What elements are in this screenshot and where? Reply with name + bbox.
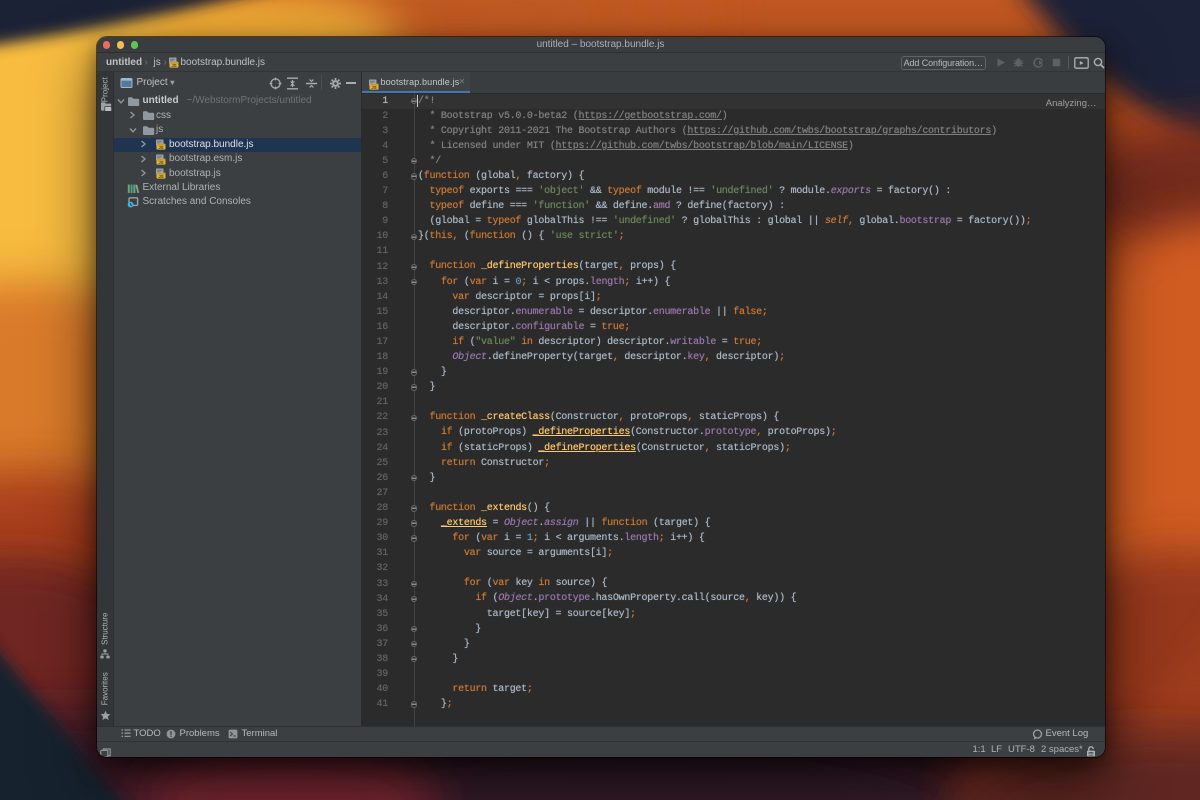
svg-text:JS: JS (158, 160, 163, 165)
svg-text:JS: JS (158, 174, 163, 179)
svg-text:JS: JS (158, 145, 163, 150)
svg-text:JS: JS (371, 85, 376, 90)
svg-text:JS: JS (171, 63, 176, 68)
